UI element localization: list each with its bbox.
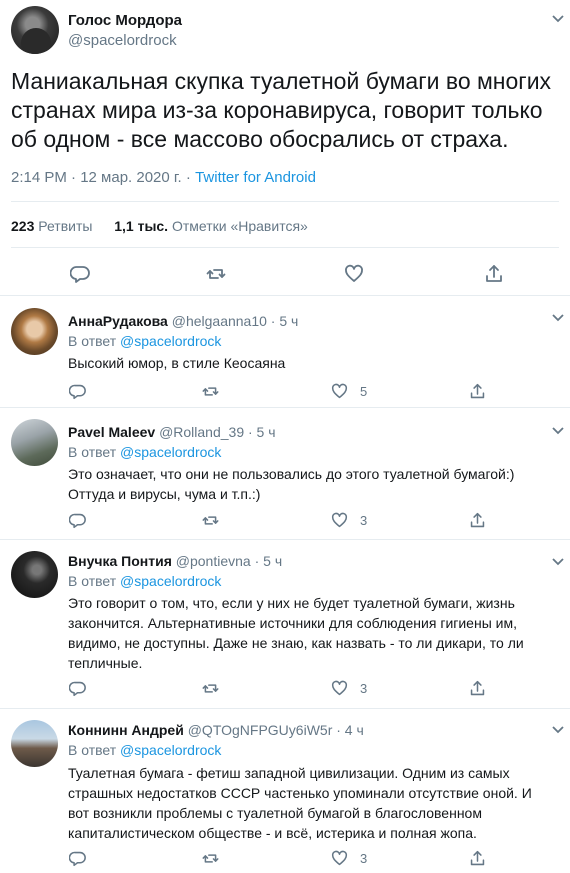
avatar[interactable] xyxy=(11,419,58,466)
chevron-down-icon[interactable] xyxy=(551,14,565,24)
author-avatar[interactable] xyxy=(11,6,59,54)
reply-tweet[interactable]: Pavel Maleev @Rolland_39 · 5 ч В ответ @… xyxy=(0,409,570,540)
retweet-icon[interactable] xyxy=(202,678,231,698)
reply-to-line: В ответ @spacelordrock xyxy=(68,573,221,589)
reply-header: АннаРудакова @helgaanna10 · 5 ч xyxy=(68,313,298,329)
reply-time[interactable]: · 4 ч xyxy=(332,722,364,738)
avatar[interactable] xyxy=(11,720,58,767)
reply-icon[interactable] xyxy=(69,510,86,530)
retweet-icon[interactable] xyxy=(202,510,231,530)
like-icon[interactable]: 3 xyxy=(331,848,367,868)
share-icon[interactable] xyxy=(469,381,486,401)
retweet-icon[interactable] xyxy=(202,381,231,401)
reply-text: Туалетная бумага - фетиш западной цивили… xyxy=(68,765,532,841)
reply-author-name[interactable]: Коннинн Андрей xyxy=(68,722,184,738)
chevron-down-icon[interactable] xyxy=(551,725,565,735)
reply-to-line: В ответ @spacelordrock xyxy=(68,444,221,460)
reply-to-handle[interactable]: @spacelordrock xyxy=(120,742,221,758)
retweet-icon[interactable] xyxy=(205,263,227,285)
reply-header: Внучка Понтия @pontievna · 5 ч xyxy=(68,553,282,569)
share-icon[interactable] xyxy=(469,848,486,868)
share-icon[interactable] xyxy=(483,263,505,285)
tweet-timestamp[interactable]: 2:14 PM · 12 мар. 2020 г. · xyxy=(11,169,195,186)
reply-to-label: В ответ xyxy=(68,444,121,460)
reply-tweet[interactable]: АннаРудакова @helgaanna10 · 5 ч В ответ … xyxy=(0,297,570,408)
retweets-count[interactable]: 223 xyxy=(11,218,34,234)
tweet-meta: 2:14 PM · 12 мар. 2020 г. · Twitter for … xyxy=(11,169,316,186)
reply-icon[interactable] xyxy=(69,678,86,698)
chevron-down-icon[interactable] xyxy=(551,426,565,436)
reply-header: Pavel Maleev @Rolland_39 · 5 ч xyxy=(68,424,276,440)
reply-time[interactable]: · 5 ч xyxy=(251,553,283,569)
reply-time[interactable]: · 5 ч xyxy=(244,424,276,440)
reply-to-line: В ответ @spacelordrock xyxy=(68,742,221,758)
chevron-down-icon[interactable] xyxy=(551,313,565,323)
reply-text: Это означает, что они не пользовались до… xyxy=(68,466,515,502)
like-icon[interactable]: 5 xyxy=(331,381,367,401)
main-tweet: Голос Мордора @spacelordrock Маниакальна… xyxy=(0,0,570,296)
like-count: 3 xyxy=(360,512,368,528)
reply-tweet[interactable]: Коннинн Андрей @QTOgNFPGUy6iW5r · 4 ч В … xyxy=(0,710,570,873)
likes-label[interactable]: Отметки «Нравится» xyxy=(172,218,308,234)
reply-author-name[interactable]: АннаРудакова xyxy=(68,313,168,329)
author-name[interactable]: Голос Мордора xyxy=(68,12,182,29)
reply-tweet[interactable]: Внучка Понтия @pontievna · 5 ч В ответ @… xyxy=(0,541,570,709)
share-icon[interactable] xyxy=(469,510,486,530)
reply-icon[interactable] xyxy=(69,381,86,401)
source-app-link[interactable]: Twitter for Android xyxy=(195,169,316,186)
retweet-icon[interactable] xyxy=(202,848,231,868)
retweets-label[interactable]: Ретвиты xyxy=(38,218,92,234)
reply-to-label: В ответ xyxy=(68,742,121,758)
engagement-stats: 223 Ретвиты 1,1 тыс. Отметки «Нравится» xyxy=(11,218,308,234)
reply-author-handle[interactable]: @helgaanna10 xyxy=(172,313,267,329)
likes-count[interactable]: 1,1 тыс. xyxy=(114,218,168,234)
reply-time[interactable]: · 5 ч xyxy=(267,313,299,329)
reply-icon[interactable] xyxy=(69,848,86,868)
reply-author-name[interactable]: Pavel Maleev xyxy=(68,424,155,440)
like-icon[interactable] xyxy=(343,263,365,285)
divider xyxy=(11,201,559,202)
like-icon[interactable]: 3 xyxy=(331,510,367,530)
like-icon[interactable]: 3 xyxy=(331,678,367,698)
reply-author-handle[interactable]: @pontievna xyxy=(176,553,251,569)
reply-icon[interactable] xyxy=(69,263,91,285)
reply-to-label: В ответ xyxy=(68,573,121,589)
like-count: 5 xyxy=(360,383,368,399)
reply-to-line: В ответ @spacelordrock xyxy=(68,333,221,349)
tweet-text: Маниакальная скупка туалетной бумаги во … xyxy=(11,68,552,152)
reply-to-handle[interactable]: @spacelordrock xyxy=(120,333,221,349)
like-count: 3 xyxy=(360,850,368,866)
reply-to-label: В ответ xyxy=(68,333,121,349)
reply-author-handle[interactable]: @QTOgNFPGUy6iW5r xyxy=(188,722,333,738)
reply-header: Коннинн Андрей @QTOgNFPGUy6iW5r · 4 ч xyxy=(68,722,364,738)
reply-to-handle[interactable]: @spacelordrock xyxy=(120,573,221,589)
avatar[interactable] xyxy=(11,551,58,598)
reply-text: Это говорит о том, что, если у них не бу… xyxy=(68,595,524,671)
avatar[interactable] xyxy=(11,308,58,355)
share-icon[interactable] xyxy=(469,678,486,698)
chevron-down-icon[interactable] xyxy=(551,557,565,567)
like-count: 3 xyxy=(360,680,368,696)
reply-to-handle[interactable]: @spacelordrock xyxy=(120,444,221,460)
reply-author-name[interactable]: Внучка Понтия xyxy=(68,553,172,569)
reply-author-handle[interactable]: @Rolland_39 xyxy=(159,424,244,440)
divider xyxy=(11,247,559,248)
author-handle[interactable]: @spacelordrock xyxy=(68,32,177,49)
reply-text: Высокий юмор, в стиле Кеосаяна xyxy=(68,355,286,371)
